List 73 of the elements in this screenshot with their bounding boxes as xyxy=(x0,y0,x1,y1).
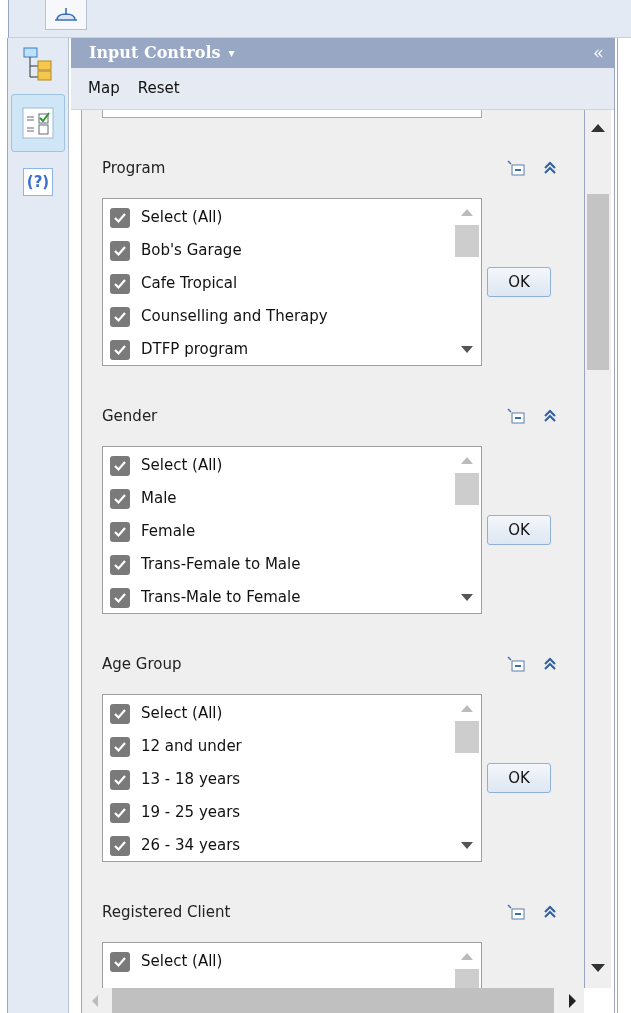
section-title: Gender xyxy=(102,405,158,427)
option-label: Trans-Female to Male xyxy=(141,554,301,576)
checkbox[interactable] xyxy=(110,554,130,575)
filter-icon[interactable] xyxy=(507,408,525,424)
collapse-icon[interactable] xyxy=(543,161,557,175)
hierarchy-icon xyxy=(23,47,53,81)
option-label: Select (All) xyxy=(141,455,223,477)
checkbox[interactable] xyxy=(110,835,130,856)
option-label: Counselling and Therapy xyxy=(141,306,328,328)
check-icon xyxy=(113,806,127,819)
collapse-icon[interactable] xyxy=(543,409,557,423)
check-icon xyxy=(113,310,127,323)
checkbox[interactable] xyxy=(110,339,130,360)
filter-icon[interactable] xyxy=(507,160,525,176)
option-label: Select (All) xyxy=(141,951,223,973)
ok-button[interactable]: OK xyxy=(487,515,551,545)
ok-button[interactable]: OK xyxy=(487,763,551,793)
checkbox[interactable] xyxy=(110,306,130,327)
option-label: 13 - 18 years xyxy=(141,769,241,791)
check-icon xyxy=(113,773,127,786)
checklist-icon xyxy=(22,107,54,139)
check-icon xyxy=(113,525,127,538)
horizontal-scrollbar[interactable] xyxy=(81,988,584,1013)
check-icon xyxy=(113,839,127,852)
section-title: Age Group xyxy=(102,653,182,675)
check-icon xyxy=(113,558,127,571)
option-label: Female xyxy=(141,521,196,543)
checkbox[interactable] xyxy=(110,769,130,790)
filter-icon[interactable] xyxy=(507,656,525,672)
option-label: 12 and under xyxy=(141,736,242,758)
check-icon xyxy=(113,244,127,257)
help-icon: (?) xyxy=(23,168,53,196)
vertical-scrollbar[interactable] xyxy=(585,110,611,988)
checkbox[interactable] xyxy=(110,240,130,261)
option-label: 26 - 34 years xyxy=(141,835,241,857)
check-icon xyxy=(113,277,127,290)
option-label: Bob's Garage xyxy=(141,240,242,262)
toolbar-link[interactable]: Map xyxy=(88,77,120,100)
toolbar-button[interactable] xyxy=(45,0,87,30)
section-title: Program xyxy=(102,157,166,179)
collapse-icon[interactable] xyxy=(543,657,557,671)
toolbar-link[interactable]: Reset xyxy=(137,77,180,100)
checkbox[interactable] xyxy=(110,488,130,509)
check-icon xyxy=(113,591,127,604)
checkbox[interactable] xyxy=(110,703,130,724)
check-icon xyxy=(113,492,127,505)
option-label: Male xyxy=(141,488,177,510)
ok-button[interactable]: OK xyxy=(487,267,551,297)
option-label: Select (All) xyxy=(141,703,223,725)
option-label: Trans-Male to Female xyxy=(141,587,301,609)
checkbox[interactable] xyxy=(110,521,130,542)
collapse-icon[interactable] xyxy=(543,905,557,919)
checkbox[interactable] xyxy=(110,587,130,608)
check-icon xyxy=(113,955,127,968)
check-icon xyxy=(113,459,127,472)
option-label: DTFP program xyxy=(141,339,249,361)
check-icon xyxy=(113,343,127,356)
checkbox[interactable] xyxy=(110,455,130,476)
checkbox[interactable] xyxy=(110,802,130,823)
filter-icon[interactable] xyxy=(507,904,525,920)
check-icon xyxy=(113,740,127,753)
option-label: Cafe Tropical xyxy=(141,273,238,295)
checkbox[interactable] xyxy=(110,273,130,294)
section-title: Registered Client xyxy=(102,901,231,923)
option-label: Select (All) xyxy=(141,207,223,229)
check-icon xyxy=(113,707,127,720)
panel-title: Input Controls xyxy=(89,42,221,64)
option-label: 19 - 25 years xyxy=(141,802,241,824)
check-icon xyxy=(113,211,127,224)
checkbox[interactable] xyxy=(110,736,130,757)
rail-tab[interactable]: (?) xyxy=(11,162,65,202)
checkbox[interactable] xyxy=(110,207,130,228)
checkbox[interactable] xyxy=(110,951,130,972)
